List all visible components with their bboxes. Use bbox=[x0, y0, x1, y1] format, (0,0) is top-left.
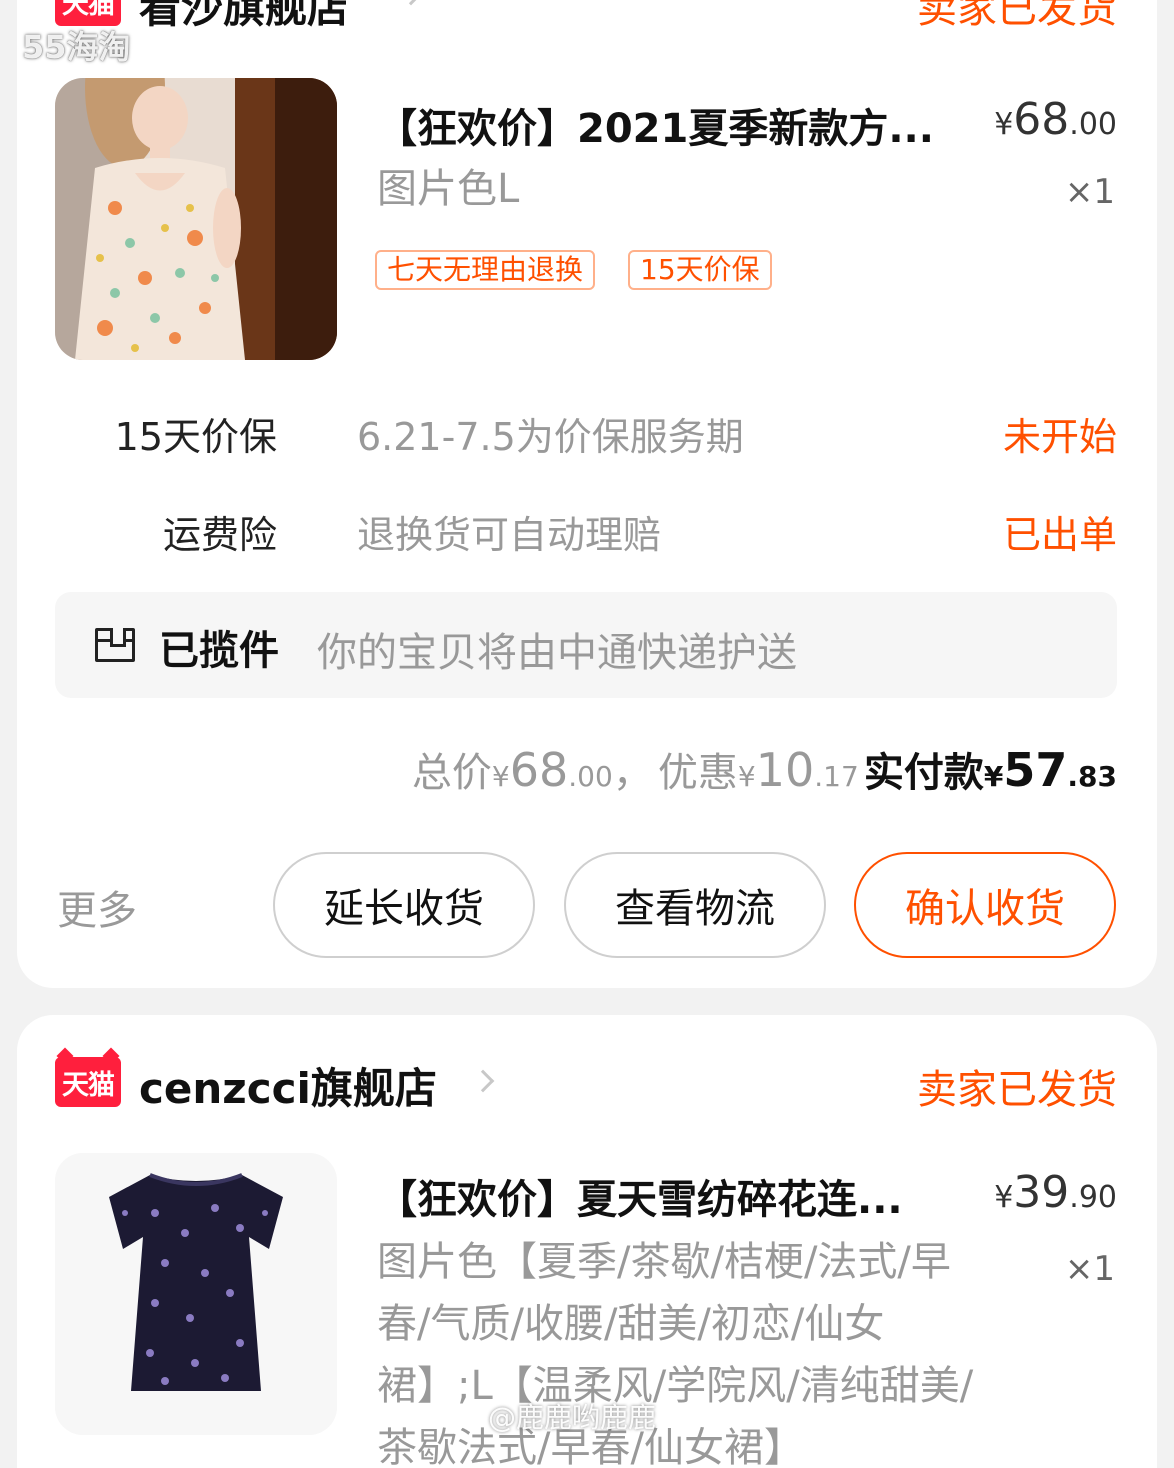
shop-name[interactable]: cenzcci旗舰店 bbox=[139, 1055, 437, 1116]
price-integer: 68 bbox=[1013, 94, 1070, 145]
price-decimal: .90 bbox=[1069, 1180, 1117, 1215]
logistics-status: 已揽件 bbox=[159, 628, 279, 674]
service-desc: 退换货可自动理赔 bbox=[357, 513, 662, 557]
order-card: 天猫 看沙旗舰店 卖家已发货 【狂欢价】2021夏季新款方... ¥68.00 … bbox=[17, 0, 1157, 988]
tag-seven-day-return: 七天无理由退换 bbox=[375, 250, 596, 290]
product-spec: 图片色【夏季/茶歇/桔梗/法式/早春/气质/收腰/甜美/初恋/仙女裙】;L【温柔… bbox=[377, 1239, 974, 1468]
shop-header[interactable]: 天猫 看沙旗舰店 卖家已发货 bbox=[55, 0, 1117, 36]
price-symbol: ¥ bbox=[994, 1180, 1014, 1215]
price-symbol: ¥ bbox=[994, 107, 1014, 142]
order-status: 卖家已发货 bbox=[917, 0, 1117, 32]
watermark-top-left: 55海淘 bbox=[22, 28, 131, 66]
discount-decimal: .17 bbox=[814, 760, 859, 793]
service-status: 未开始 bbox=[1002, 415, 1117, 459]
paid-amount: 实付款¥57.83 bbox=[864, 743, 1117, 797]
total-decimal: .00 bbox=[568, 760, 613, 793]
product-price: ¥68.00 bbox=[994, 94, 1117, 145]
service-desc: 6.21-7.5为价保服务期 bbox=[357, 415, 744, 459]
product-image[interactable] bbox=[55, 1153, 337, 1435]
price-decimal: .00 bbox=[1069, 107, 1117, 142]
tmall-logo-icon: 天猫 bbox=[55, 1057, 121, 1107]
order-list-page: 天猫 看沙旗舰店 卖家已发货 【狂欢价】2021夏季新款方... ¥68.00 … bbox=[0, 0, 1174, 1468]
extend-receipt-button[interactable]: 延长收货 bbox=[273, 852, 535, 958]
product-spec: 图片色L bbox=[377, 166, 520, 212]
service-name: 运费险 bbox=[162, 513, 277, 557]
paid-integer: 57 bbox=[1003, 743, 1068, 797]
paid-symbol: ¥ bbox=[983, 760, 1004, 793]
service-name: 15天价保 bbox=[114, 415, 277, 459]
order-totals: 总价¥68.00， 优惠¥10.17 实付款¥57.83 bbox=[412, 740, 1117, 798]
discount-symbol: ¥ bbox=[737, 760, 756, 793]
price-integer: 39 bbox=[1013, 1167, 1070, 1218]
totals-separator: ， bbox=[612, 750, 653, 796]
service-row-shipping-insurance[interactable]: 运费险 退换货可自动理赔 已出单 bbox=[17, 504, 1117, 557]
logistics-desc: 你的宝贝将由中通快递护送 bbox=[317, 630, 797, 676]
more-link[interactable]: 更多 bbox=[57, 878, 137, 936]
product-price: ¥39.90 bbox=[994, 1167, 1117, 1218]
chevron-right-icon bbox=[399, 0, 423, 6]
chevron-right-icon bbox=[471, 1069, 495, 1093]
product-quantity: ×1 bbox=[1064, 172, 1115, 212]
product-image[interactable] bbox=[55, 78, 337, 360]
total-label: 总价 bbox=[411, 750, 492, 796]
shop-name[interactable]: 看沙旗舰店 bbox=[139, 0, 349, 35]
logistics-bar[interactable]: 已揽件 你的宝贝将由中通快递护送 bbox=[55, 592, 1117, 698]
shop-header[interactable]: 天猫 cenzcci旗舰店 卖家已发货 bbox=[55, 1057, 1117, 1117]
package-box-icon bbox=[95, 628, 135, 662]
total-symbol: ¥ bbox=[491, 760, 510, 793]
tag-price-protection: 15天价保 bbox=[628, 250, 772, 290]
order-status: 卖家已发货 bbox=[917, 1067, 1117, 1113]
service-status: 已出单 bbox=[1002, 513, 1117, 557]
product-title[interactable]: 【狂欢价】夏天雪纺碎花连... bbox=[377, 1167, 957, 1225]
service-row-price-protection[interactable]: 15天价保 6.21-7.5为价保服务期 未开始 bbox=[17, 406, 1117, 459]
product-title[interactable]: 【狂欢价】2021夏季新款方... bbox=[377, 96, 957, 154]
paid-label: 实付款 bbox=[863, 750, 984, 796]
watermark-bottom: @鹿鹿哟鹿鹿 bbox=[488, 1401, 657, 1434]
paid-decimal: .83 bbox=[1067, 760, 1117, 793]
confirm-receipt-button[interactable]: 确认收货 bbox=[854, 852, 1116, 958]
view-logistics-button[interactable]: 查看物流 bbox=[564, 852, 826, 958]
discount-label: 优惠 bbox=[657, 750, 738, 796]
total-integer: 68 bbox=[509, 743, 569, 797]
discount-integer: 10 bbox=[755, 743, 815, 797]
product-quantity: ×1 bbox=[1064, 1249, 1115, 1289]
